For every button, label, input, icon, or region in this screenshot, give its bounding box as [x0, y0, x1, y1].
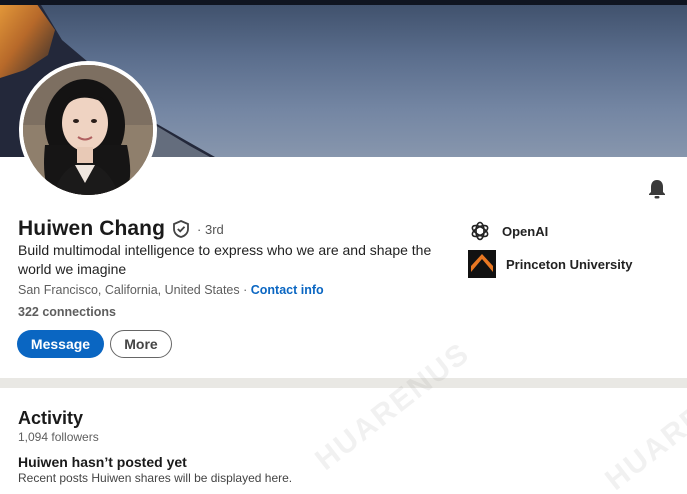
- more-button[interactable]: More: [110, 330, 172, 358]
- name-row: Huiwen Chang · 3rd: [18, 217, 224, 241]
- verified-shield-icon[interactable]: [172, 220, 190, 238]
- location-row: San Francisco, California, United States…: [18, 283, 324, 297]
- message-button[interactable]: Message: [17, 330, 104, 358]
- activity-title: Activity: [18, 408, 84, 428]
- activity-card: Activity 1,094 followers Huiwen hasn’t p…: [0, 388, 687, 494]
- profile-name: Huiwen Chang: [18, 217, 166, 240]
- no-posts-subtitle: Recent posts Huiwen shares will be displ…: [18, 471, 293, 485]
- profile-card: Huiwen Chang · 3rd Build multimodal inte…: [0, 0, 687, 378]
- connection-degree: · 3rd: [197, 221, 224, 237]
- avatar[interactable]: [19, 61, 157, 199]
- org-openai-label: OpenAI: [502, 223, 549, 239]
- profile-location: San Francisco, California, United States…: [18, 283, 251, 297]
- bell-icon[interactable]: [646, 178, 668, 200]
- org-princeton-label: Princeton University: [506, 256, 633, 272]
- no-posts-title: Huiwen hasn’t posted yet: [18, 454, 187, 470]
- connections-count[interactable]: 322 connections: [18, 305, 116, 319]
- org-princeton[interactable]: Princeton University: [468, 250, 632, 278]
- cover-top-edge: [0, 0, 687, 5]
- followers-count[interactable]: 1,094 followers: [18, 430, 99, 444]
- org-openai[interactable]: OpenAI: [468, 219, 548, 243]
- openai-logo-icon: [468, 219, 492, 243]
- profile-headline: Build multimodal intelligence to express…: [18, 242, 432, 277]
- profile-page: Huiwen Chang · 3rd Build multimodal inte…: [0, 0, 687, 494]
- avatar-photo: [23, 65, 153, 195]
- contact-info-link[interactable]: Contact info: [251, 283, 324, 297]
- princeton-logo-icon: [468, 250, 496, 278]
